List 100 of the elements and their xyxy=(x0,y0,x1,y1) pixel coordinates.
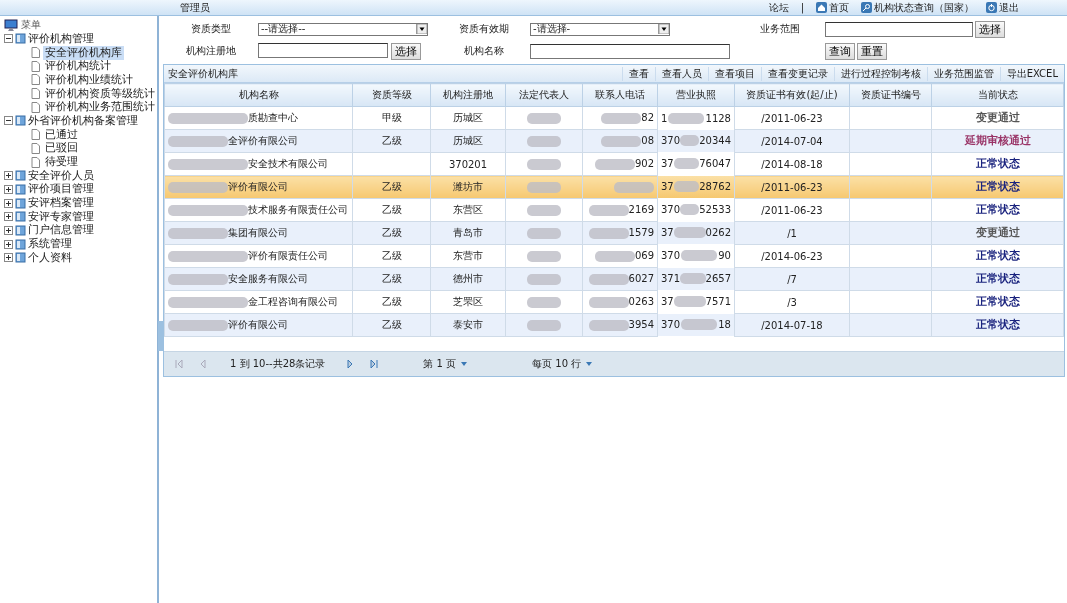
table-cell: 0263 xyxy=(628,296,654,308)
validity-select[interactable]: -请选择- xyxy=(530,22,670,36)
column-header[interactable]: 机构注册地 xyxy=(430,83,506,107)
menu-item[interactable]: 已通过 xyxy=(43,127,80,142)
page-size-select[interactable]: 每页 10 行 xyxy=(532,357,594,371)
table-cell: 泰安市 xyxy=(453,319,483,330)
column-header[interactable]: 联系人电话 xyxy=(582,83,658,107)
table-row[interactable]: 评价有限责任公司 乙级 东营市 069 370 90 /2014-06-23 正常状态 xyxy=(164,244,1064,268)
column-header[interactable]: 资质证书编号 xyxy=(849,83,932,107)
toolbar-button[interactable]: 查看变更记录 xyxy=(760,66,834,81)
column-header[interactable]: 当前状态 xyxy=(931,83,1064,107)
last-page-icon[interactable] xyxy=(369,359,380,369)
menu-item[interactable]: 已驳回 xyxy=(43,141,80,156)
column-header[interactable]: 资质证书有效(起/止) xyxy=(734,83,850,107)
menu-item[interactable]: 评价机构统计 xyxy=(43,59,113,74)
table-cell: 37 xyxy=(661,227,674,238)
expand-toggle-icon[interactable] xyxy=(4,253,13,263)
table-cell: 370 xyxy=(661,319,681,330)
expand-toggle-icon[interactable] xyxy=(4,212,13,222)
column-header[interactable]: 法定代表人 xyxy=(505,83,583,107)
table-row[interactable]: 安全服务有限公司 乙级 德州市 6027 371 2657 /7 正常状态 xyxy=(164,267,1064,291)
table-row[interactable]: 安全技术有限公司 370201 902 37 76047 /2014-08-18 正常状态 xyxy=(164,152,1064,176)
page-icon xyxy=(30,142,41,154)
table-cell: 东营区 xyxy=(453,204,483,215)
table-row[interactable]: 评价有限公司 乙级 泰安市 3954 370 18 /2014-07-18 正常状态 xyxy=(164,313,1064,337)
table-cell: 青岛市 xyxy=(453,227,483,238)
blurred-text xyxy=(527,296,561,308)
folder-icon xyxy=(15,197,26,209)
menu-group[interactable]: 门户信息管理 xyxy=(28,223,94,238)
menu-group[interactable]: 系统管理 xyxy=(28,237,72,252)
menu-item[interactable]: 评价机构业绩统计 xyxy=(43,72,135,87)
expand-toggle-icon[interactable] xyxy=(4,184,13,194)
table-cell: 52533 xyxy=(699,204,731,215)
table-cell: 1128 xyxy=(705,112,731,124)
collapse-toggle-icon[interactable] xyxy=(4,116,13,126)
dropdown-arrow-icon xyxy=(460,361,469,367)
table-cell: /1 xyxy=(787,227,797,239)
blurred-text xyxy=(588,296,629,308)
table-row[interactable]: 全评价有限公司 乙级 历城区 08 370 20344 /2014-07-04 延期审核通过 xyxy=(164,129,1064,153)
header-link[interactable]: 论坛 xyxy=(768,0,789,15)
toolbar-button[interactable]: 查看 xyxy=(621,66,655,81)
status-text: 正常状态 xyxy=(975,180,1020,192)
expand-toggle-icon[interactable] xyxy=(4,225,13,235)
select-button[interactable]: 选择 xyxy=(391,42,421,60)
expand-toggle-icon[interactable] xyxy=(4,198,13,208)
table-row[interactable]: 集团有限公司 乙级 青岛市 1579 37 0262 /1 变更通过 xyxy=(164,221,1064,245)
table-cell: 集团有限公司 xyxy=(228,227,288,238)
scope-field[interactable] xyxy=(825,21,973,37)
blurred-text xyxy=(588,227,629,239)
blurred-text xyxy=(168,319,228,331)
org-name-field[interactable] xyxy=(530,43,730,59)
column-header[interactable]: 机构名称 xyxy=(164,83,353,107)
table-cell: 乙级 xyxy=(381,135,402,146)
query-button[interactable]: 查询 xyxy=(825,42,855,60)
blurred-text xyxy=(594,250,635,262)
table-row[interactable]: 质勘查中心 甲级 历城区 82 1 1128 /2011-06-23 变更通过 xyxy=(164,106,1064,130)
table-cell: 90 xyxy=(718,250,731,261)
column-header[interactable]: 营业执照 xyxy=(657,83,735,107)
expand-toggle-icon[interactable] xyxy=(4,239,13,249)
toolbar-button[interactable]: 业务范围监管 xyxy=(926,66,1000,81)
table-cell: /2014-07-04 xyxy=(761,135,823,147)
table-row[interactable]: 技术服务有限责任公司 乙级 东营区 2169 370 52533 /2011-06-23 正常状态 xyxy=(164,198,1064,222)
blurred-text xyxy=(168,227,228,239)
table-row[interactable]: 评价有限公司 乙级 潍坊市 37 28762 /2011-06-23 正常状态 xyxy=(164,175,1064,199)
reset-button[interactable]: 重置 xyxy=(857,42,887,60)
table-row[interactable]: 金工程咨询有限公司 乙级 芝罘区 0263 37 7571 /3 正常状态 xyxy=(164,290,1064,314)
table-cell: 37 xyxy=(661,296,674,307)
table-cell: 1 xyxy=(661,112,668,124)
folder-icon xyxy=(15,33,26,45)
menu-group[interactable]: 安全评价人员 xyxy=(28,168,94,183)
menu-group[interactable]: 个人资料 xyxy=(28,250,72,265)
select-button[interactable]: 选择 xyxy=(975,20,1005,38)
collapse-toggle-icon[interactable] xyxy=(4,34,13,44)
menu-group[interactable]: 外省评价机构备案管理 xyxy=(28,113,138,128)
menu-group[interactable]: 安评档案管理 xyxy=(28,196,94,211)
header-link[interactable]: 首页 xyxy=(816,0,849,15)
header-link[interactable]: 机构状态查询（国家） xyxy=(861,0,974,15)
menu-group[interactable]: 评价项目管理 xyxy=(28,182,94,197)
dropdown-arrow-icon xyxy=(658,24,669,34)
collapse-handle[interactable] xyxy=(158,321,163,351)
qualification-type-select[interactable]: --请选择-- xyxy=(258,22,428,36)
field-label: 资质有效期 xyxy=(458,22,510,36)
toolbar-button[interactable]: 查看项目 xyxy=(707,66,761,81)
expand-toggle-icon[interactable] xyxy=(4,171,13,181)
table-cell: 乙级 xyxy=(381,273,402,284)
column-header[interactable]: 资质等级 xyxy=(352,83,431,107)
menu-item[interactable]: 评价机构业务范围统计 xyxy=(43,100,157,115)
blurred-text xyxy=(681,250,718,261)
menu-item[interactable]: 待受理 xyxy=(43,155,80,170)
header-link[interactable]: 退出 xyxy=(986,0,1019,15)
menu-group[interactable]: 安评专家管理 xyxy=(28,209,94,224)
menu-item[interactable]: 安全评价机构库 xyxy=(43,45,124,60)
blurred-text xyxy=(168,135,228,147)
menu-item[interactable]: 评价机构资质等级统计 xyxy=(43,86,157,101)
toolbar-button[interactable]: 导出EXCEL xyxy=(999,66,1064,81)
toolbar-button[interactable]: 查看人员 xyxy=(654,66,708,81)
region-field[interactable] xyxy=(258,42,388,58)
menu-group[interactable]: 评价机构管理 xyxy=(28,31,94,46)
toolbar-button[interactable]: 进行过程控制考核 xyxy=(833,66,927,81)
page-select[interactable]: 第 1 页 xyxy=(423,357,469,371)
